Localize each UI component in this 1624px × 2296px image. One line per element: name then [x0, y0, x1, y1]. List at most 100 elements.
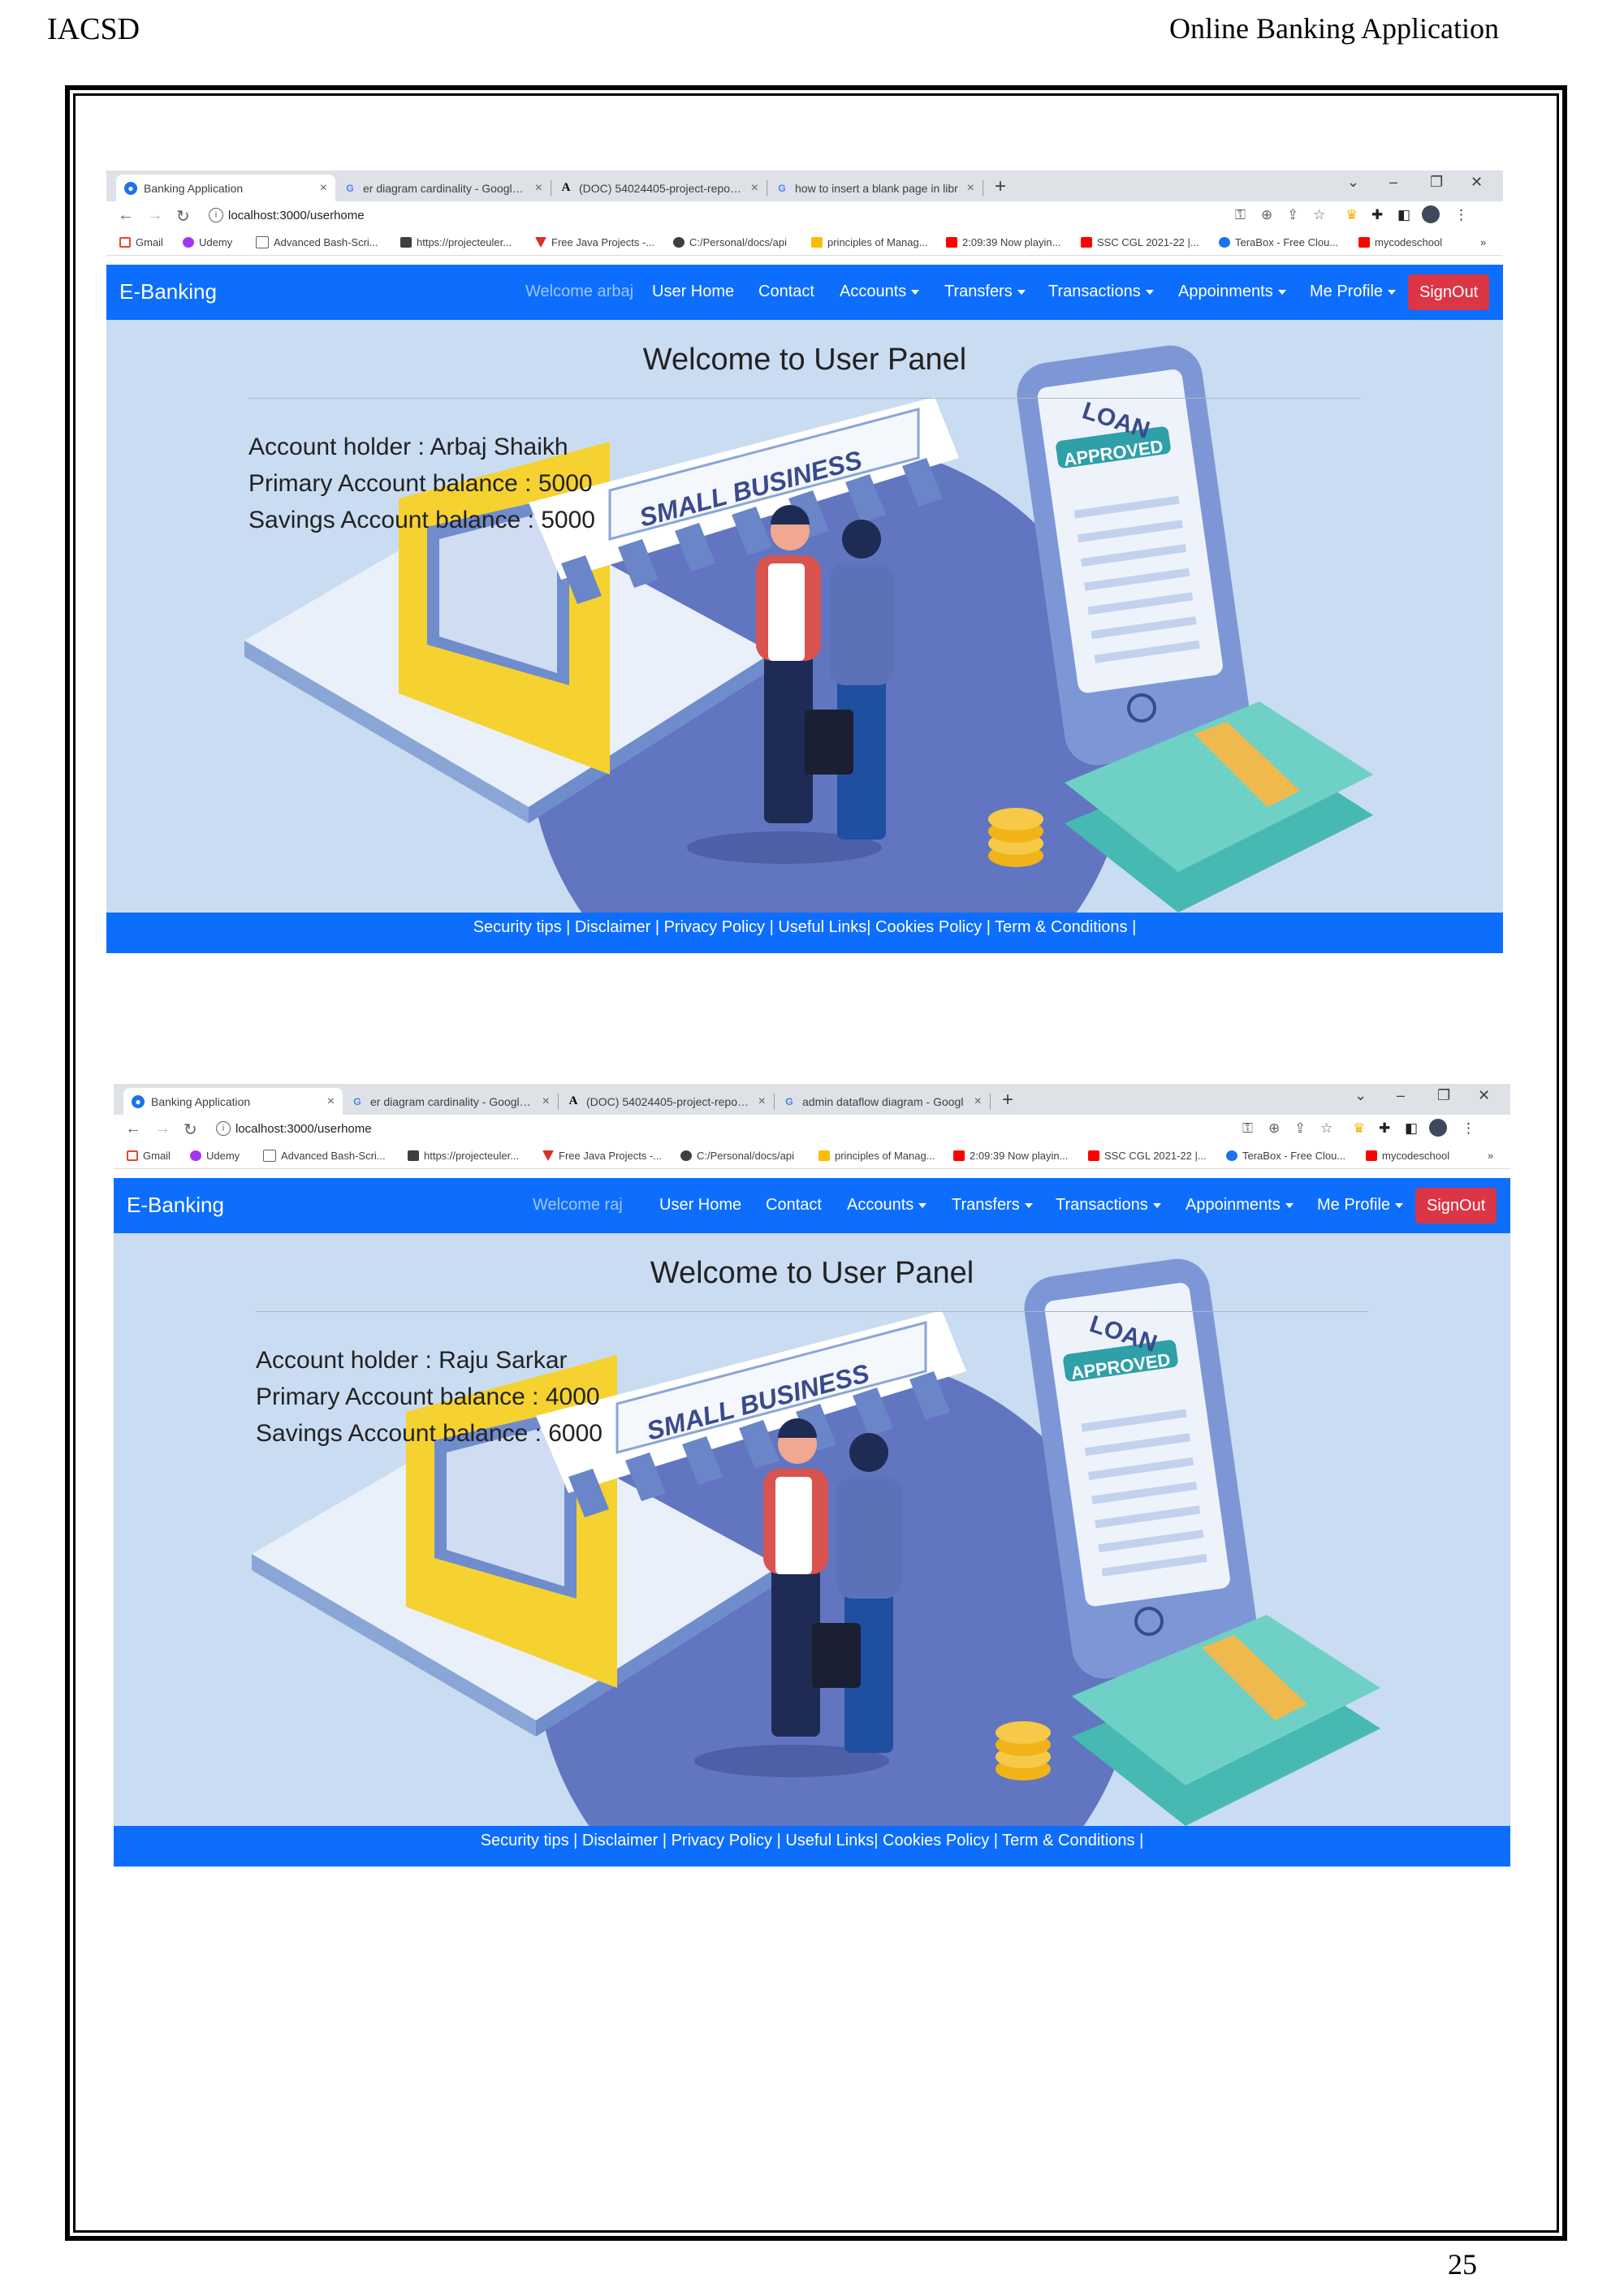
key-icon[interactable]: ⚿ [1242, 1120, 1253, 1137]
restore-icon[interactable]: ❐ [1430, 174, 1443, 191]
bookmark-item[interactable]: Gmail [119, 236, 163, 248]
nav-accounts[interactable]: Accounts [840, 283, 920, 301]
bookmark-item[interactable]: principles of Manag... [818, 1150, 935, 1162]
bookmark-item[interactable]: Gmail [127, 1150, 171, 1162]
tab-close-icon[interactable]: × [974, 1094, 982, 1109]
bookmark-item[interactable]: Advanced Bash-Scri... [256, 236, 378, 248]
reload-icon[interactable]: ↻ [176, 206, 190, 227]
nav-user-home[interactable]: User Home [659, 1196, 741, 1215]
bookmark-item[interactable]: SSC CGL 2021-22 |... [1088, 1150, 1207, 1162]
bookmark-star-icon[interactable]: ☆ [1313, 207, 1325, 223]
tab-search-icon[interactable]: ⌄ [1347, 174, 1359, 191]
restore-icon[interactable]: ❐ [1437, 1087, 1450, 1104]
tab-close-icon[interactable]: × [967, 181, 974, 196]
browser-tab[interactable]: G er diagram cardinality - Google S × [335, 175, 551, 201]
app-footer[interactable]: Security tips | Disclaimer | Privacy Pol… [114, 1826, 1510, 1867]
tab-close-icon[interactable]: × [327, 1094, 335, 1109]
minimize-icon[interactable]: – [1397, 1087, 1405, 1104]
nav-transfers[interactable]: Transfers [944, 283, 1026, 301]
new-tab-button[interactable]: + [995, 175, 1006, 198]
more-bookmarks-button[interactable]: » [1488, 1150, 1493, 1162]
nav-accounts[interactable]: Accounts [847, 1196, 927, 1215]
nav-transactions[interactable]: Transactions [1048, 283, 1154, 301]
bookmark-item[interactable]: Advanced Bash-Scri... [263, 1150, 386, 1162]
forward-arrow-icon[interactable]: → [147, 206, 163, 225]
bookmark-item[interactable]: 2:09:39 Now playin... [953, 1150, 1068, 1162]
signout-button[interactable]: SignOut [1415, 1188, 1497, 1224]
app-footer[interactable]: Security tips | Disclaimer | Privacy Pol… [106, 913, 1503, 953]
nav-transactions[interactable]: Transactions [1056, 1196, 1161, 1215]
bookmark-item[interactable]: 2:09:39 Now playin... [946, 236, 1060, 248]
share-icon[interactable]: ⇪ [1294, 1120, 1306, 1137]
key-icon[interactable]: ⚿ [1235, 207, 1246, 223]
forward-arrow-icon[interactable]: → [154, 1120, 171, 1138]
caret-down-icon [1277, 289, 1286, 295]
profile-avatar-icon[interactable] [1429, 1119, 1447, 1137]
profile-avatar-icon[interactable] [1422, 205, 1440, 223]
tab-close-icon[interactable]: × [751, 181, 758, 196]
bookmark-item[interactable]: C:/Personal/docs/api [673, 236, 787, 248]
tab-close-icon[interactable]: × [535, 181, 542, 196]
tab-search-icon[interactable]: ⌄ [1354, 1087, 1367, 1104]
signout-button[interactable]: SignOut [1408, 274, 1490, 310]
nav-appoinments[interactable]: Appoinments [1186, 1196, 1294, 1215]
bookmark-item[interactable]: https://projecteuler... [400, 236, 512, 248]
tab-close-icon[interactable]: × [758, 1094, 766, 1109]
url-input[interactable]: localhost:3000/userhome [235, 1122, 372, 1136]
extension-crown-icon[interactable]: ♛ [1353, 1120, 1365, 1137]
browser-tab-active[interactable]: ● Banking Application × [116, 175, 335, 201]
bookmark-item[interactable]: https://projecteuler... [408, 1150, 519, 1162]
zoom-icon[interactable]: ⊕ [1261, 207, 1272, 223]
brand-link[interactable]: E-Banking [119, 279, 217, 304]
new-tab-button[interactable]: + [1002, 1089, 1013, 1111]
bookmark-item[interactable]: mycodeschool [1358, 236, 1442, 248]
bookmark-item[interactable]: TeraBox - Free Clou... [1226, 1150, 1345, 1162]
side-panel-icon[interactable]: ◧ [1397, 207, 1410, 223]
browser-tab[interactable]: G admin dataflow diagram - Googl × [775, 1088, 990, 1115]
nav-me-profile[interactable]: Me Profile [1317, 1196, 1404, 1215]
extension-crown-icon[interactable]: ♛ [1345, 207, 1358, 223]
bookmark-item[interactable]: Free Java Projects -... [535, 236, 654, 248]
zoom-icon[interactable]: ⊕ [1268, 1120, 1280, 1137]
more-bookmarks-button[interactable]: » [1480, 236, 1486, 248]
browser-tab[interactable]: G how to insert a blank page in libr × [767, 175, 983, 201]
nav-transfers[interactable]: Transfers [952, 1196, 1033, 1215]
bookmark-item[interactable]: principles of Manag... [811, 236, 928, 248]
nav-appoinments[interactable]: Appoinments [1178, 283, 1286, 301]
share-icon[interactable]: ⇪ [1287, 207, 1298, 223]
extensions-puzzle-icon[interactable]: ✚ [1371, 207, 1383, 223]
browser-tab[interactable]: A (DOC) 54024405-project-report-c × [559, 1088, 774, 1115]
close-window-icon[interactable]: ✕ [1478, 1087, 1490, 1104]
nav-contact[interactable]: Contact [758, 283, 814, 301]
browser-menu-icon[interactable]: ⋮ [1454, 207, 1468, 223]
reload-icon[interactable]: ↻ [184, 1120, 197, 1140]
back-arrow-icon[interactable]: ← [125, 1120, 141, 1138]
tab-close-icon[interactable]: × [542, 1094, 550, 1109]
brand-link[interactable]: E-Banking [127, 1193, 224, 1218]
close-window-icon[interactable]: ✕ [1471, 174, 1483, 191]
url-input[interactable]: localhost:3000/userhome [228, 209, 365, 222]
bookmark-item[interactable]: C:/Personal/docs/api [680, 1150, 794, 1162]
bookmark-star-icon[interactable]: ☆ [1320, 1120, 1332, 1137]
back-arrow-icon[interactable]: ← [118, 206, 134, 225]
side-panel-icon[interactable]: ◧ [1405, 1120, 1418, 1137]
browser-tab-active[interactable]: ● Banking Application × [123, 1088, 343, 1115]
site-info-icon[interactable]: i [216, 1121, 231, 1136]
bookmark-item[interactable]: TeraBox - Free Clou... [1219, 236, 1338, 248]
tab-close-icon[interactable]: × [320, 181, 327, 196]
nav-contact[interactable]: Contact [766, 1196, 822, 1215]
savings-balance-text: Savings Account balance : 6000 [256, 1420, 603, 1447]
bookmark-item[interactable]: mycodeschool [1366, 1150, 1449, 1162]
nav-me-profile[interactable]: Me Profile [1310, 283, 1397, 301]
bookmark-item[interactable]: Free Java Projects -... [542, 1150, 662, 1162]
browser-tab[interactable]: A (DOC) 54024405-project-report-c × [551, 175, 767, 201]
bookmark-item[interactable]: Udemy [183, 236, 232, 248]
site-info-icon[interactable]: i [209, 208, 223, 222]
extensions-puzzle-icon[interactable]: ✚ [1379, 1120, 1390, 1137]
bookmark-item[interactable]: Udemy [190, 1150, 240, 1162]
nav-user-home[interactable]: User Home [652, 283, 734, 301]
bookmark-item[interactable]: SSC CGL 2021-22 |... [1081, 236, 1199, 248]
browser-tab[interactable]: G er diagram cardinality - Google S × [343, 1088, 558, 1115]
browser-menu-icon[interactable]: ⋮ [1462, 1120, 1475, 1137]
minimize-icon[interactable]: – [1389, 174, 1397, 191]
